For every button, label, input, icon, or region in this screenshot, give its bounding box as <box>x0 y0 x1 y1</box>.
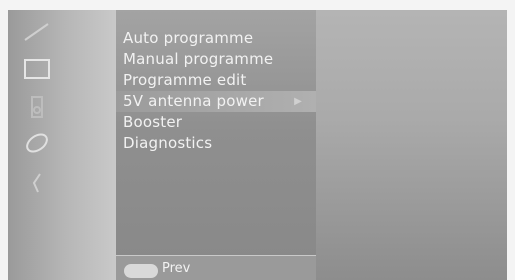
menu-item-booster[interactable]: Booster <box>116 112 316 133</box>
tv-osd-screen: Auto programme Manual programme Programm… <box>0 0 515 280</box>
time-icon[interactable] <box>22 128 52 158</box>
menu-item-label: Booster <box>123 113 183 131</box>
menu-list: Auto programme Manual programme Programm… <box>116 28 316 154</box>
icon-rail <box>8 10 116 280</box>
menu-item-auto-programme[interactable]: Auto programme <box>116 28 316 49</box>
prev-button[interactable] <box>124 264 158 278</box>
menu-item-manual-programme[interactable]: Manual programme <box>116 49 316 70</box>
picture-icon[interactable] <box>22 18 52 48</box>
submenu-arrow-icon: ▶ <box>294 96 302 107</box>
menu-item-label: Diagnostics <box>123 134 213 152</box>
menu-footer: Prev <box>116 255 316 280</box>
menu-panel: Auto programme Manual programme Programm… <box>116 10 316 280</box>
menu-item-label: Manual programme <box>123 50 274 68</box>
preview-area <box>316 10 507 280</box>
menu-item-label: 5V antenna power <box>123 92 264 110</box>
screen-icon[interactable] <box>22 54 52 84</box>
menu-item-label: Auto programme <box>123 29 254 47</box>
menu-item-5v-antenna-power[interactable]: 5V antenna power ▶ <box>116 91 316 112</box>
menu-item-programme-edit[interactable]: Programme edit <box>116 70 316 91</box>
menu-item-label: Programme edit <box>123 71 247 89</box>
osd-frame: Auto programme Manual programme Programm… <box>8 10 507 280</box>
setup-icon[interactable] <box>22 168 52 198</box>
prev-label: Prev <box>162 261 191 276</box>
menu-item-diagnostics[interactable]: Diagnostics <box>116 133 316 154</box>
sound-icon[interactable] <box>22 92 52 122</box>
